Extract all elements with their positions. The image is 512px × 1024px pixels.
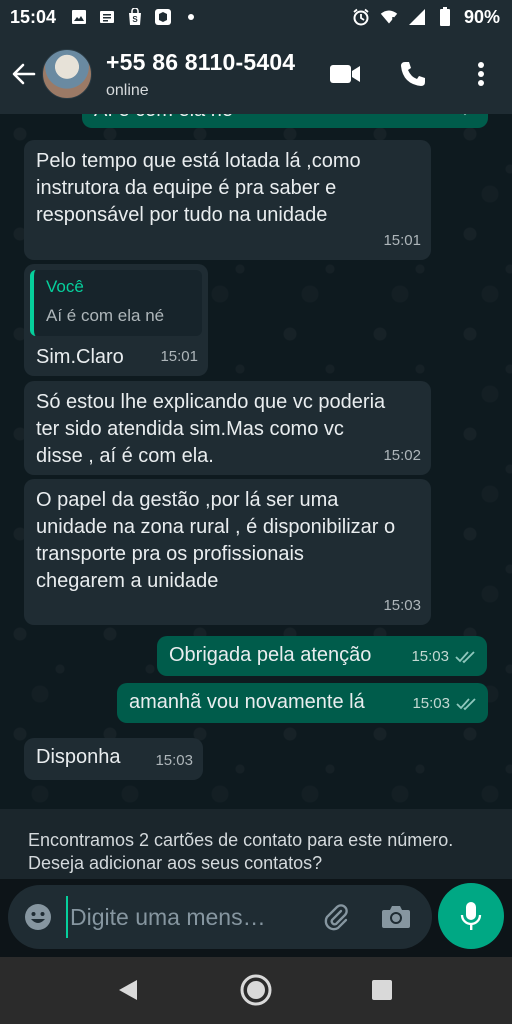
read-ticks-icon [455,650,475,663]
message-bubble-outgoing[interactable]: amanhã vou novamente lá 15:03 [117,683,488,723]
voice-call-button[interactable] [396,57,430,91]
camera-icon [382,906,410,928]
message-time: 15:03 [383,597,421,614]
message-meta: 15:03 [412,690,478,717]
message-input[interactable] [66,896,292,938]
message-icon [98,8,116,26]
battery-icon [436,7,454,26]
message-text: Pelo tempo que está lotada lá ,como inst… [36,150,361,226]
wifi-icon [380,8,398,26]
camera-button[interactable] [378,899,414,935]
system-nav-bar [0,957,512,1024]
message-meta: 15:02 [383,442,421,469]
message-meta: 15:01 [412,114,478,122]
add-contact-banner[interactable]: Encontramos 2 cartões de contato para es… [0,809,512,879]
add-contact-text: Encontramos 2 cartões de contato para es… [28,830,454,873]
message-text: amanhã vou novamente lá [129,691,365,713]
back-button[interactable] [6,52,42,96]
contact-status: online [106,81,149,99]
quoted-author: Você [46,277,84,296]
message-meta: 15:03 [383,592,421,619]
message-meta: 15:03 [155,747,193,774]
app-icon [154,8,172,26]
more-options-button[interactable] [464,57,498,91]
message-time: 15:03 [155,752,193,769]
nav-back-button[interactable] [108,970,148,1010]
signal-icon [408,8,426,26]
composer-pill [8,885,432,949]
recents-square-icon [372,980,392,1000]
composer-bar [0,879,512,957]
read-ticks-icon [456,697,476,710]
message-time: 15:03 [411,648,449,665]
paperclip-icon [324,904,348,931]
message-time: 15:01 [412,114,450,122]
svg-text:S: S [132,15,138,24]
video-call-button[interactable] [328,57,362,91]
message-text: Obrigada pela atenção [169,644,372,666]
more-vert-icon [478,62,484,86]
back-arrow-icon [12,63,36,85]
message-text: Só estou lhe explicando que vc poderia t… [36,391,386,467]
message-text: O papel da gestão ,por lá ser uma unidad… [36,489,396,592]
emoji-icon [25,904,51,930]
quoted-text: Aí é com ela né [46,306,165,325]
attach-button[interactable] [318,899,354,935]
status-system-icons: 90% [352,0,500,34]
message-bubble-incoming[interactable]: O papel da gestão ,por lá ser uma unidad… [24,479,431,625]
message-time: 15:02 [383,447,421,464]
message-list[interactable]: Aí é com ela né 15:01 Pelo tempo que est… [0,114,512,809]
message-bubble-incoming[interactable]: Pelo tempo que está lotada lá ,como inst… [24,140,431,260]
message-meta: 15:01 [383,227,421,254]
battery-percentage: 90% [463,6,500,27]
whatsapp-chat-screen: 15:04 S 90% +55 86 8110-5404 online Pelo… [0,0,512,1024]
message-text: Aí é com ela né [94,114,233,124]
nav-recents-button[interactable] [362,970,402,1010]
message-time: 15:03 [412,695,450,712]
contact-avatar[interactable] [42,49,92,99]
message-bubble-incoming[interactable]: Só estou lhe explicando que vc poderia t… [24,381,431,475]
quoted-message[interactable]: Você Aí é com ela né [30,270,202,336]
shopping-icon: S [126,8,144,26]
contact-name: +55 86 8110-5404 [106,48,296,75]
message-bubble-outgoing[interactable]: Obrigada pela atenção 15:03 [157,636,487,676]
phone-icon [401,62,425,86]
home-circle-icon [240,974,272,1006]
message-bubble-incoming[interactable]: Disponha 15:03 [24,738,203,780]
status-bar: 15:04 S 90% [0,0,512,34]
message-bubble-incoming-reply[interactable]: Você Aí é com ela né Sim.Claro 15:01 [24,264,208,376]
voice-message-button[interactable] [438,883,504,949]
header-actions [328,34,498,114]
message-time: 15:01 [160,348,198,365]
back-triangle-icon [119,980,137,1000]
message-time: 15:01 [383,232,421,249]
video-call-icon [330,65,360,83]
message-text: Disponha [36,746,121,768]
chat-header: +55 86 8110-5404 online [0,34,512,114]
nav-home-button[interactable] [236,970,276,1010]
alarm-icon [352,8,370,26]
image-icon [70,8,88,26]
message-meta: 15:03 [411,643,477,670]
read-ticks-icon [464,114,466,115]
message-meta: 15:01 [160,343,198,370]
message-bubble-outgoing[interactable]: Aí é com ela né 15:01 [82,114,488,128]
status-time: 15:04 [10,6,57,27]
mic-icon [460,902,482,930]
dot-icon [182,8,200,26]
contact-info[interactable]: +55 86 8110-5404 online [106,49,295,100]
emoji-button[interactable] [22,901,54,933]
status-notification-icons: S [70,8,200,26]
